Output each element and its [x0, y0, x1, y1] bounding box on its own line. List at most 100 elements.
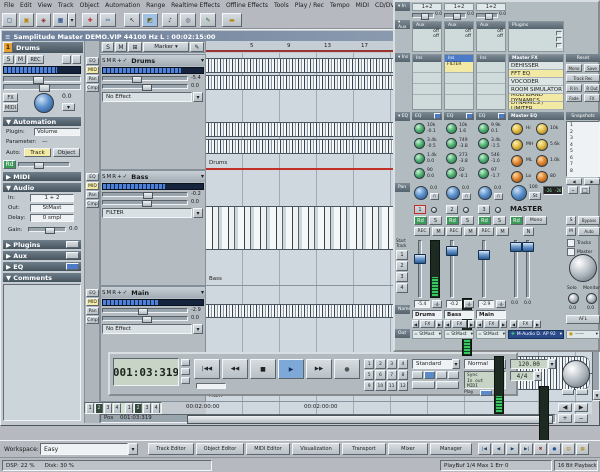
tracks-checkbox[interactable]: Tracks — [567, 239, 591, 247]
master-eq-header[interactable]: Master EQ — [508, 112, 564, 120]
master-fx-next[interactable]: ▶ — [534, 320, 541, 328]
signature-arrow[interactable]: ▾ — [534, 371, 542, 381]
fader-ch1[interactable] — [414, 254, 426, 264]
track-pan-knob[interactable] — [34, 93, 54, 113]
range-button-6[interactable]: 6 — [375, 370, 386, 380]
automation-object-button[interactable]: Object — [53, 148, 80, 157]
eq-on-ch1[interactable] — [434, 113, 441, 119]
snapshot-m-button[interactable]: M — [566, 227, 576, 236]
audio-out-select[interactable]: StMast — [30, 204, 74, 212]
audio-in-select[interactable]: 1 + 2 — [30, 194, 74, 202]
zoom-out-button[interactable]: − — [574, 414, 588, 423]
automation-level-slider[interactable] — [18, 162, 70, 169]
rec-in-button[interactable]: R In — [566, 84, 582, 92]
menu-realtime-effects[interactable]: Realtime Effects — [171, 2, 220, 9]
aux-header[interactable]: Aux — [413, 22, 441, 29]
mini-eq-button-2[interactable]: EQ — [86, 173, 99, 181]
channel-name-ch2[interactable]: Bass — [444, 310, 474, 319]
fader-group-ch3[interactable]: -4- — [496, 300, 506, 308]
plugins-toggle-button[interactable] — [66, 241, 79, 248]
tempo-display[interactable]: 120.00 — [510, 359, 548, 369]
aux-send-2[interactable]: off — [445, 34, 473, 39]
transport-mini-button-2[interactable] — [576, 389, 588, 395]
menu-track[interactable]: Track — [58, 2, 74, 9]
menu-tools[interactable]: Tools — [274, 2, 289, 9]
menu-edit[interactable]: Edit — [20, 2, 32, 9]
channel-led-1[interactable] — [431, 207, 437, 213]
visualization-toggle[interactable]: Visualization — [292, 443, 340, 455]
master-fx-fft-eq[interactable]: FFT EQ — [509, 70, 563, 78]
start-track-1[interactable]: 1 — [396, 250, 408, 260]
master-fx-room-simulator[interactable]: ROOM SIMULATOR — [509, 86, 563, 94]
sync-toggle-1[interactable] — [412, 371, 423, 379]
mute-button-ch2[interactable]: M — [464, 227, 477, 236]
bypass-button[interactable]: Bypass — [578, 216, 600, 225]
mini-mid-button-1[interactable]: MID — [86, 66, 99, 74]
range-button-5[interactable]: 5 — [364, 370, 375, 380]
track-midi-button[interactable]: MIDI — [3, 103, 18, 112]
track-titlebar-main[interactable]: S M R + ✓ Main ▾ — [101, 287, 205, 298]
master-eq-freq-hi[interactable] — [536, 123, 548, 135]
fx-button-ch3[interactable]: FX — [484, 320, 499, 328]
mini-mid-button-2[interactable]: MID — [86, 182, 99, 190]
transport-mini-button-1[interactable] — [562, 389, 574, 395]
mini-cmp-button-2[interactable]: Cmp — [86, 200, 99, 208]
mixer-aux-row-label[interactable]: ▾ Aux — [395, 20, 410, 29]
mixer-toggle[interactable]: Mixer — [388, 443, 428, 455]
effect-select-bass[interactable]: FILTER — [102, 208, 192, 218]
master-eq-gain-ml[interactable] — [511, 155, 523, 167]
in-gain-ch1[interactable] — [412, 13, 434, 20]
mini-cmp-button-1[interactable]: Cmp — [86, 84, 99, 92]
save-button[interactable]: ▦ — [53, 13, 68, 27]
master-eq-gain-lo[interactable] — [511, 171, 523, 183]
sync-toggle-3[interactable] — [436, 371, 447, 379]
solo-button-ch3[interactable]: S — [493, 216, 506, 225]
chevron-down-icon[interactable]: ▾ — [201, 289, 204, 296]
rec-flag[interactable]: R — [112, 58, 116, 64]
start-track-2[interactable]: 2 — [396, 261, 408, 271]
master-fx-prev[interactable]: ◀ — [510, 320, 517, 328]
range-button-7[interactable]: 7 — [386, 370, 397, 380]
plugin-slot-button[interactable] — [556, 43, 562, 48]
eq-knob-ch2-b3[interactable] — [446, 153, 457, 164]
in-select-ch1[interactable]: 1+2 — [412, 3, 442, 11]
effect-menu-main[interactable]: ▾ — [193, 324, 203, 334]
track-mute-button[interactable]: M — [15, 55, 26, 64]
read-button-ch3[interactable]: Rd — [478, 216, 491, 225]
punch-in-button[interactable] — [412, 381, 435, 389]
fx-prev-ch2[interactable]: ◀ — [444, 320, 451, 328]
fx-prev-ch1[interactable]: ◀ — [412, 320, 419, 328]
scrub-strip[interactable] — [196, 383, 226, 389]
draw-tool-button[interactable]: ✎ — [200, 13, 216, 27]
in-select-ch3[interactable]: 1+2 — [476, 3, 506, 11]
range-button-3[interactable]: 3 — [386, 359, 397, 369]
fx-next-ch3[interactable]: ▶ — [500, 320, 507, 328]
master-read-button[interactable]: Rd — [510, 216, 523, 225]
monitor-out-select[interactable]: ● —— ▾ — [566, 330, 600, 339]
range-button-12[interactable]: 12 — [397, 381, 408, 391]
read-button-ch2[interactable]: Rd — [446, 216, 459, 225]
transport-time-display[interactable]: 001:03:319 — [113, 358, 179, 386]
eq-knob-ch3-b4[interactable] — [478, 168, 489, 179]
fader-group-ch1[interactable]: -4- — [432, 300, 442, 308]
transport-toggle[interactable]: Transport — [342, 443, 386, 455]
channel-name-ch1[interactable]: Drums — [412, 310, 442, 319]
aux-send-2[interactable]: off — [477, 34, 505, 39]
rec-out-button[interactable]: R Out — [584, 84, 600, 92]
aux-header[interactable]: Aux — [445, 22, 473, 29]
forward-button[interactable]: ▶▶ — [306, 359, 332, 379]
master-fader-r[interactable] — [522, 242, 534, 252]
track-name[interactable]: Main — [131, 289, 149, 297]
fader-group-ch2[interactable]: -4- — [464, 300, 474, 308]
out-select-ch2[interactable]: = StMast ▾ — [444, 330, 474, 339]
channel-name-ch3[interactable]: Main — [476, 310, 506, 319]
object-editor-toggle[interactable]: Object Editor — [196, 443, 244, 455]
monitor-level-knob[interactable] — [586, 293, 597, 304]
master-n-button[interactable]: N — [523, 227, 534, 236]
monitor-volume-knob[interactable] — [569, 254, 597, 282]
setup-snapshot-4[interactable]: 4 — [112, 403, 121, 413]
range-button-2[interactable]: 2 — [375, 359, 386, 369]
rec-button-ch3[interactable]: REC — [478, 227, 494, 236]
mixer-in-row-label[interactable]: ▾ In — [395, 2, 410, 11]
menu-view[interactable]: View — [38, 2, 52, 9]
